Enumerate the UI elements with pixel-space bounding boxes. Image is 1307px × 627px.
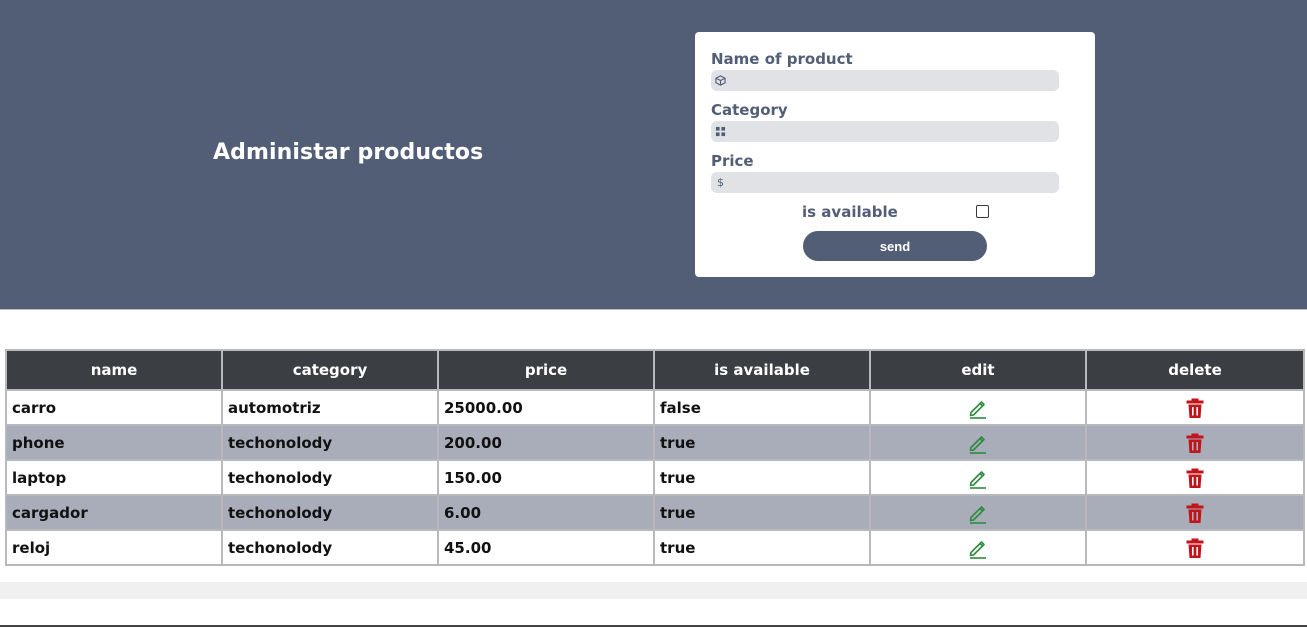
cell-edit	[869, 389, 1087, 426]
edit-pencil-icon[interactable]	[967, 502, 989, 524]
cell-delete	[1085, 529, 1305, 566]
cell-name: phone	[5, 424, 223, 461]
cell-category: techonolody	[221, 424, 439, 461]
edit-pencil-icon[interactable]	[967, 467, 989, 489]
trash-icon[interactable]	[1184, 397, 1206, 419]
send-button[interactable]: send	[803, 231, 987, 261]
cell-is-available: true	[653, 529, 871, 566]
cell-price: 25000.00	[437, 389, 655, 426]
cell-is-available: false	[653, 389, 871, 426]
footer-strip	[0, 582, 1307, 599]
trash-icon[interactable]	[1184, 537, 1206, 559]
table-row: reloj techonolody 45.00 true	[5, 529, 1305, 566]
column-header-is-available: is available	[653, 349, 871, 391]
header-banner: Administar productos Name of product Cat…	[0, 0, 1307, 310]
category-label: Category	[711, 101, 788, 119]
cell-category: techonolody	[221, 459, 439, 496]
column-header-edit: edit	[869, 349, 1087, 391]
page-title: Administar productos	[213, 140, 484, 165]
cell-name: cargador	[5, 494, 223, 531]
cell-price: 6.00	[437, 494, 655, 531]
products-table-container: name category price is available edit de…	[5, 349, 1305, 566]
cell-edit	[869, 424, 1087, 461]
cell-edit	[869, 529, 1087, 566]
table-row: phone techonolody 200.00 true	[5, 424, 1305, 461]
cell-price: 200.00	[437, 424, 655, 461]
cell-is-available: true	[653, 424, 871, 461]
grid-icon	[715, 126, 726, 137]
cell-category: techonolody	[221, 494, 439, 531]
dollar-icon: $	[717, 176, 724, 189]
price-input[interactable]	[726, 172, 1059, 193]
trash-icon[interactable]	[1184, 467, 1206, 489]
price-label: Price	[711, 152, 754, 170]
price-field[interactable]: $	[711, 172, 1059, 193]
cell-delete	[1085, 459, 1305, 496]
edit-pencil-icon[interactable]	[967, 537, 989, 559]
trash-icon[interactable]	[1184, 502, 1206, 524]
cell-is-available: true	[653, 494, 871, 531]
cell-price: 45.00	[437, 529, 655, 566]
category-input[interactable]	[726, 121, 1059, 142]
table-header-row: name category price is available edit de…	[5, 349, 1305, 391]
cell-category: techonolody	[221, 529, 439, 566]
products-table: name category price is available edit de…	[5, 349, 1305, 566]
cell-name: carro	[5, 389, 223, 426]
name-of-product-field[interactable]	[711, 70, 1059, 91]
cell-edit	[869, 494, 1087, 531]
cell-price: 150.00	[437, 459, 655, 496]
column-header-price: price	[437, 349, 655, 391]
edit-pencil-icon[interactable]	[967, 432, 989, 454]
table-row: cargador techonolody 6.00 true	[5, 494, 1305, 531]
cell-delete	[1085, 494, 1305, 531]
name-of-product-label: Name of product	[711, 50, 853, 68]
cell-edit	[869, 459, 1087, 496]
is-available-checkbox[interactable]	[976, 205, 989, 218]
is-available-label: is available	[802, 203, 898, 221]
cell-name: reloj	[5, 529, 223, 566]
column-header-delete: delete	[1085, 349, 1305, 391]
cell-category: automotriz	[221, 389, 439, 426]
cell-name: laptop	[5, 459, 223, 496]
cell-is-available: true	[653, 459, 871, 496]
table-row: carro automotriz 25000.00 false	[5, 389, 1305, 426]
category-field[interactable]	[711, 121, 1059, 142]
product-form: Name of product Category Price $ is avai…	[695, 32, 1095, 277]
name-of-product-input[interactable]	[726, 70, 1059, 91]
cell-delete	[1085, 424, 1305, 461]
trash-icon[interactable]	[1184, 432, 1206, 454]
column-header-name: name	[5, 349, 223, 391]
cell-delete	[1085, 389, 1305, 426]
edit-pencil-icon[interactable]	[967, 397, 989, 419]
table-row: laptop techonolody 150.00 true	[5, 459, 1305, 496]
box-icon	[715, 75, 726, 86]
column-header-category: category	[221, 349, 439, 391]
